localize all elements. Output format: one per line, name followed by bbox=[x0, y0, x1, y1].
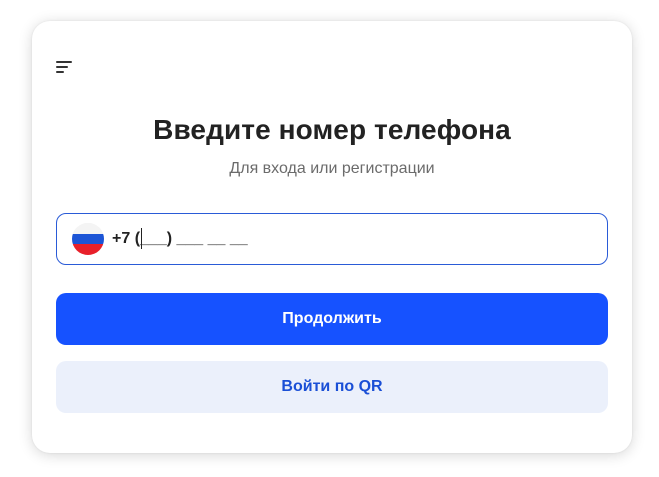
login-card: Введите номер телефона Для входа или рег… bbox=[32, 21, 632, 453]
phone-input[interactable]: +7 (___) ___ __ __ bbox=[56, 213, 608, 265]
login-qr-button[interactable]: Войти по QR bbox=[56, 361, 608, 413]
menu-icon bbox=[54, 57, 78, 77]
russia-flag-icon[interactable] bbox=[72, 223, 104, 255]
continue-button[interactable]: Продолжить bbox=[56, 293, 608, 345]
text-cursor bbox=[141, 228, 143, 249]
menu-button[interactable] bbox=[54, 57, 78, 77]
page-title: Введите номер телефона bbox=[153, 114, 511, 145]
phone-value: +7 (___) ___ __ __ bbox=[112, 228, 248, 249]
page-subtitle: Для входа или регистрации bbox=[229, 160, 435, 177]
